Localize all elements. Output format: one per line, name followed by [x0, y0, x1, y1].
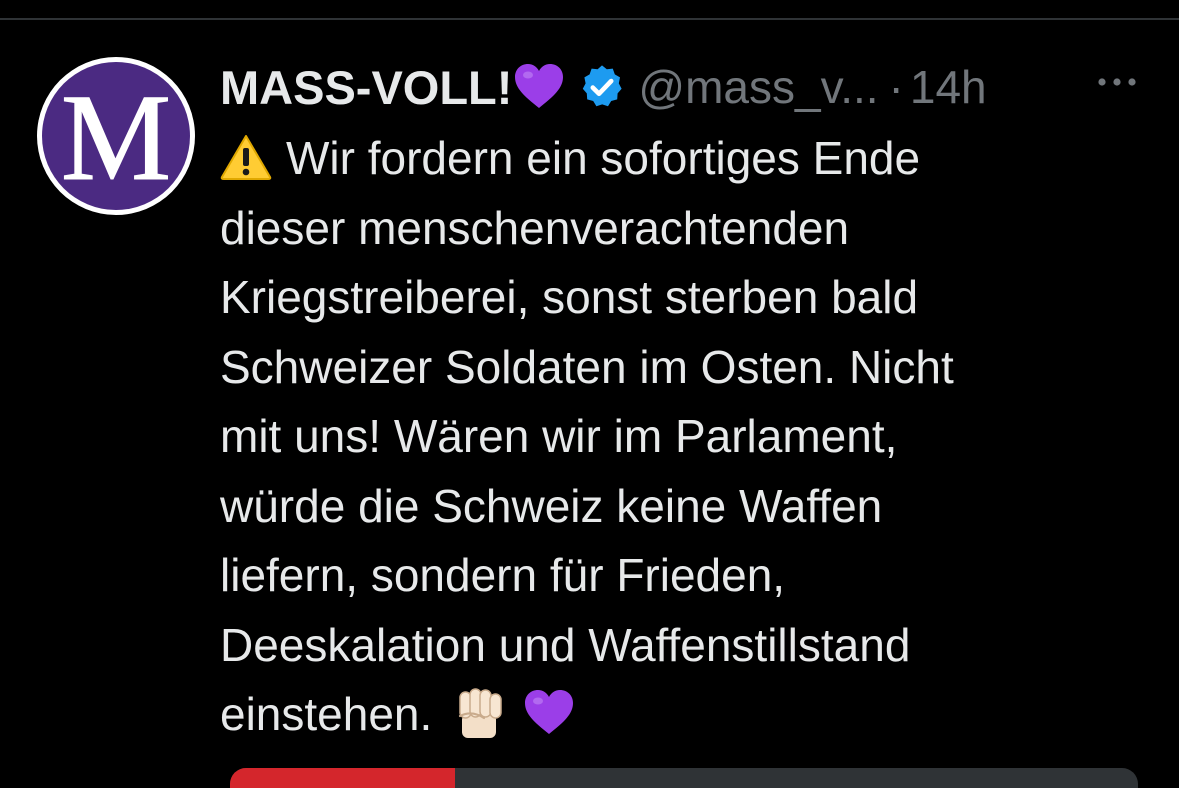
top-divider — [0, 18, 1179, 20]
tweet-text-line-4: Schweizer Soldaten im Osten. Nicht — [220, 340, 954, 393]
avatar-letter: M — [61, 84, 171, 188]
timestamp[interactable]: 14h — [910, 60, 987, 114]
warning-icon — [220, 135, 272, 180]
tweet-text-line-3: Kriegstreiberei, sonst sterben bald — [220, 271, 919, 323]
tweet-text: Wir fordern ein sofortiges Ende dieser m… — [220, 124, 1120, 750]
tweet-header: MASS-VOLL! @mass_v... · 14h — [220, 54, 1160, 120]
separator-dot: · — [888, 61, 904, 113]
user-handle[interactable]: @mass_v... — [638, 60, 878, 114]
avatar-inner: M — [42, 62, 190, 210]
display-name[interactable]: MASS-VOLL! — [220, 60, 512, 115]
avatar[interactable]: M — [37, 57, 195, 215]
tweet-text-line-1: Wir fordern ein sofortiges Ende — [286, 132, 921, 184]
tweet-text-line-8: Deeskalation und Waffenstillstand — [220, 618, 911, 671]
tweet-text-line-2: dieser menschenverachtenden — [220, 201, 850, 254]
tweet-text-line-7: liefern, sondern für Frieden, — [220, 549, 786, 601]
tweet-text-line-9: einstehen. — [220, 688, 433, 740]
purple-heart-icon — [525, 690, 574, 734]
raised-fist-icon — [459, 688, 503, 738]
more-options-icon[interactable] — [1096, 72, 1138, 92]
tweet-text-line-6: würde die Schweiz keine Waffen — [220, 479, 883, 532]
purple-heart-icon — [515, 64, 564, 108]
tweet-text-line-5: mit uns! Wären wir im Parlament, — [220, 410, 898, 462]
verified-badge-icon[interactable] — [578, 63, 626, 111]
attached-media-thumbnail — [230, 768, 455, 788]
mass-voll-logo-icon: M — [60, 84, 171, 188]
attached-media-card[interactable] — [230, 768, 1138, 788]
